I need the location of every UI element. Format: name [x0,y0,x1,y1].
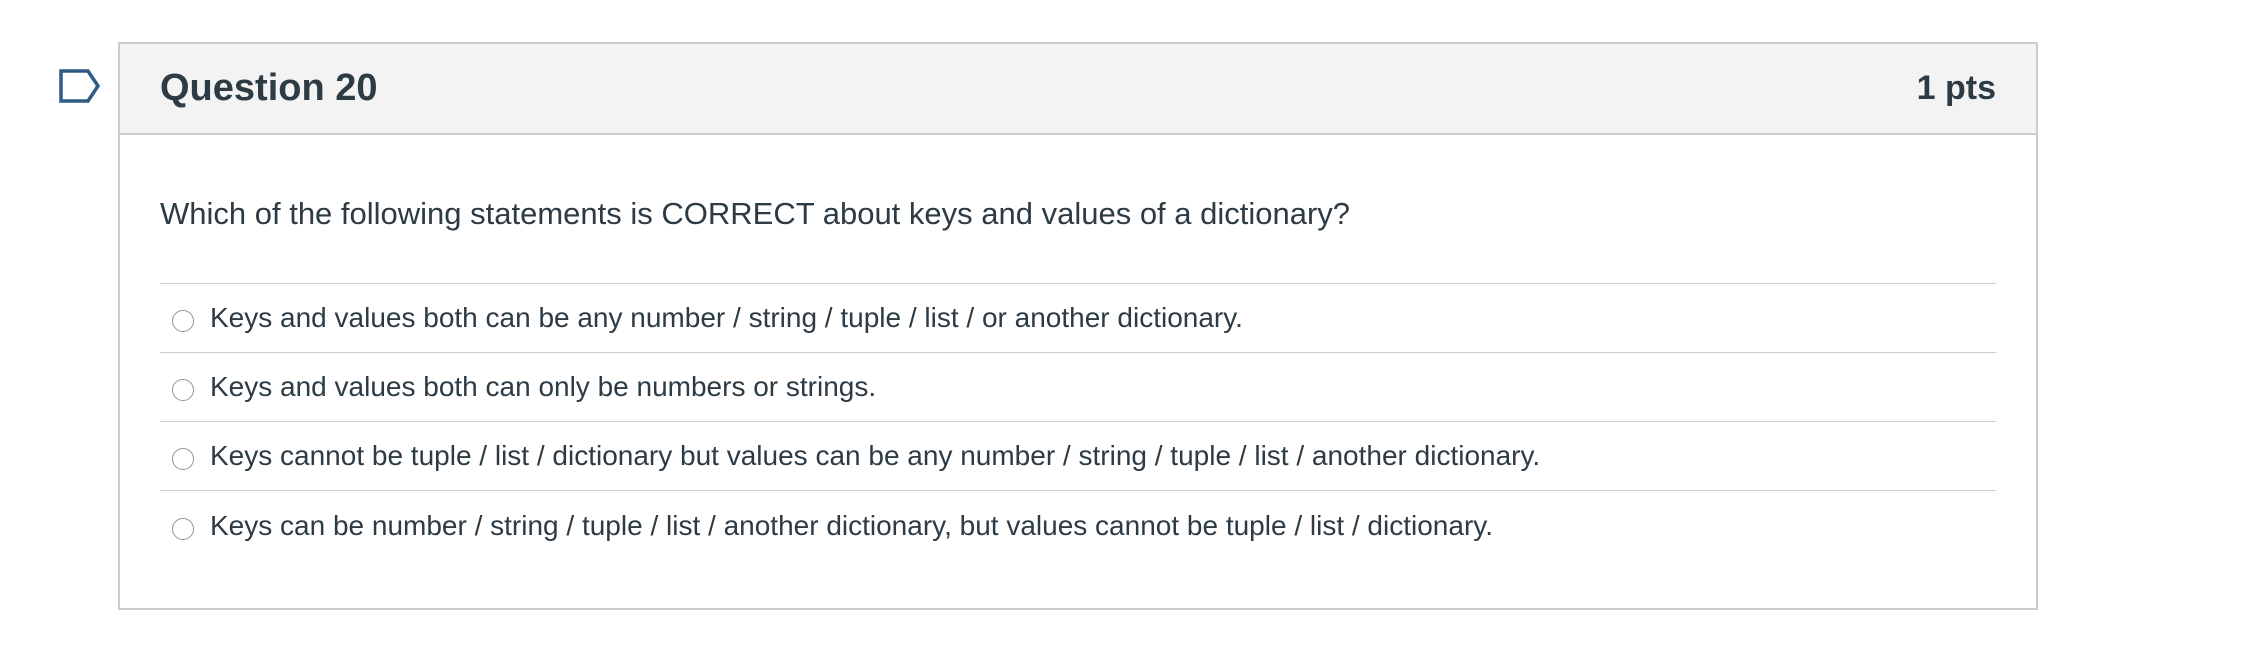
question-title: Question 20 [160,67,378,109]
answer-option[interactable]: Keys and values both can only be numbers… [160,353,1996,422]
question-body: Which of the following statements is COR… [120,195,2036,560]
question-header: Question 20 1 pts [120,44,2036,135]
answer-option[interactable]: Keys cannot be tuple / list / dictionary… [160,422,1996,491]
radio-button[interactable] [172,379,194,401]
question-text: Which of the following statements is COR… [160,196,1351,231]
answer-label[interactable]: Keys can be number / string / tuple / li… [210,510,1493,542]
flag-question-icon[interactable] [58,68,102,104]
answer-label[interactable]: Keys and values both can be any number /… [210,302,1243,334]
question-card: Question 20 1 pts Which of the following… [118,42,2038,610]
answer-list: Keys and values both can be any number /… [160,283,1996,560]
answer-label[interactable]: Keys and values both can only be numbers… [210,371,876,403]
answer-label[interactable]: Keys cannot be tuple / list / dictionary… [210,440,1540,472]
answer-option[interactable]: Keys and values both can be any number /… [160,284,1996,353]
question-points: 1 pts [1916,69,1996,107]
answer-option[interactable]: Keys can be number / string / tuple / li… [160,491,1996,560]
radio-button[interactable] [172,310,194,332]
radio-button[interactable] [172,448,194,470]
radio-button[interactable] [172,517,194,540]
